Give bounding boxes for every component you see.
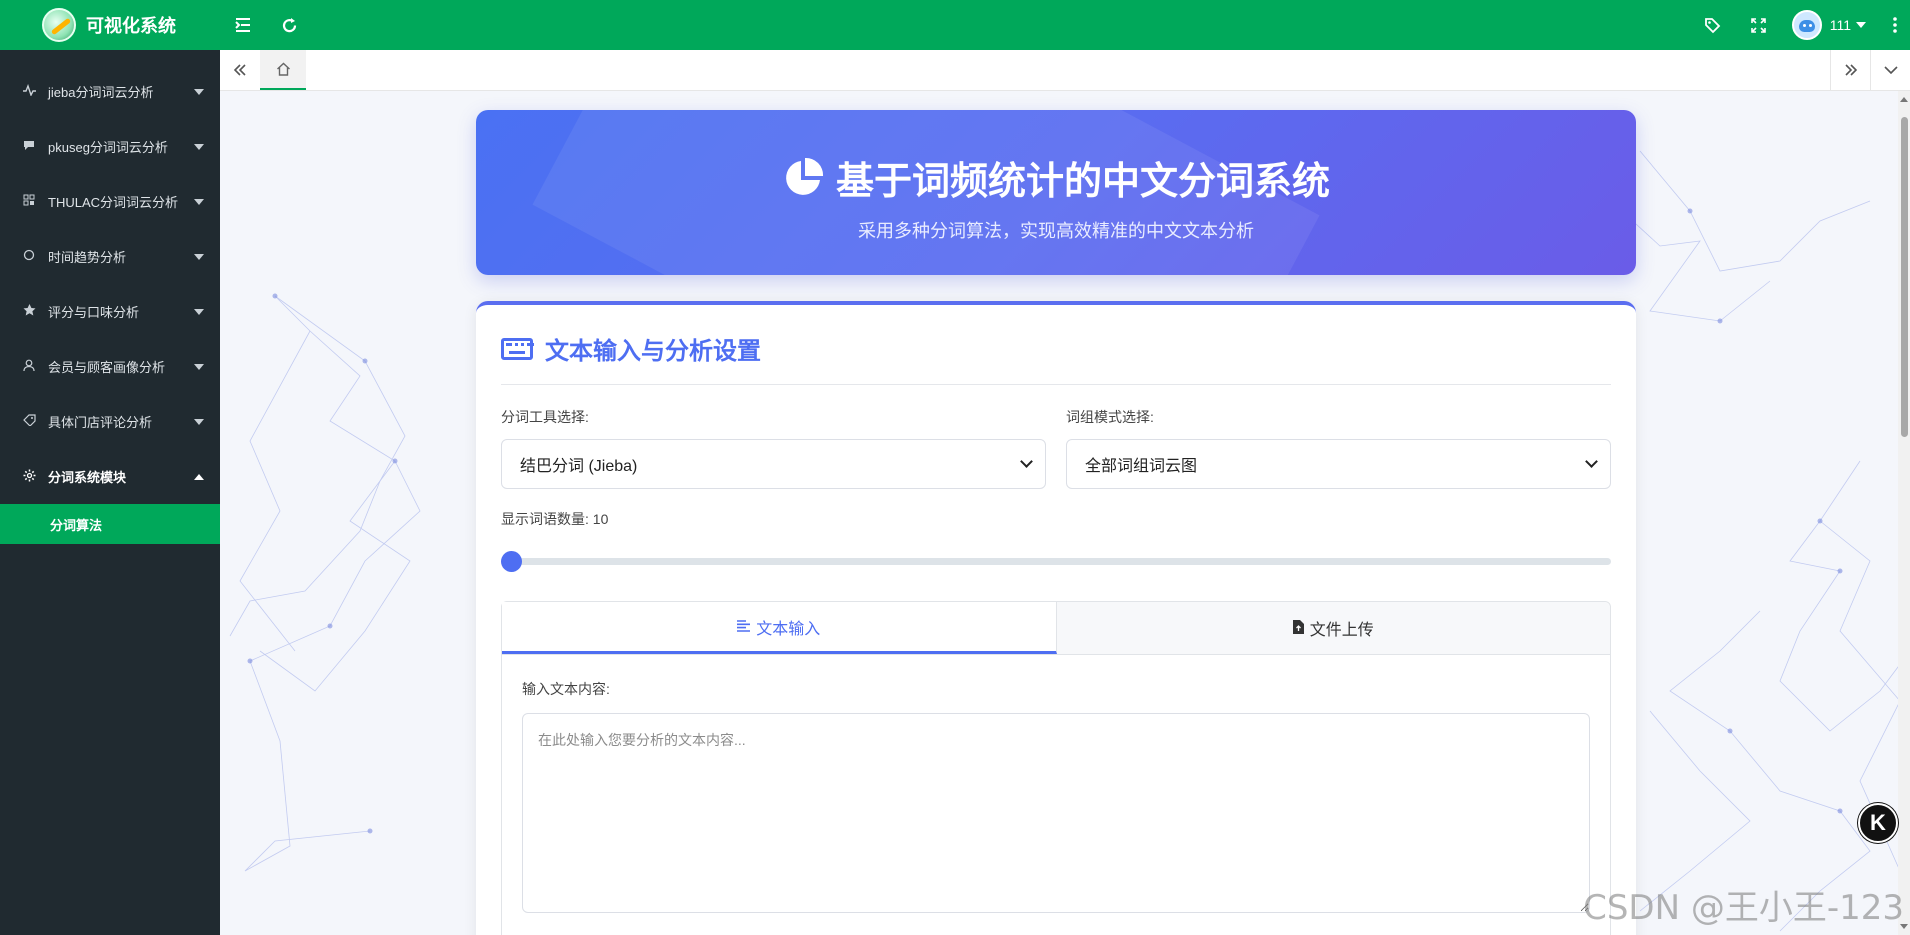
align-left-icon	[737, 619, 751, 635]
sidebar-item-label: THULAC分词词云分析	[48, 195, 179, 210]
tab-menu-chevron-icon[interactable]	[1870, 50, 1910, 90]
brand: 可视化系统	[0, 0, 220, 50]
tag-icon	[20, 414, 38, 429]
sidebar-item-label: 分词系统模块	[48, 470, 127, 485]
hero-title-row: 基于词频统计的中文分词系统	[476, 150, 1636, 205]
fullscreen-icon[interactable]	[1736, 0, 1782, 50]
comment-icon	[20, 140, 38, 154]
tab-file-upload[interactable]: 文件上传	[1057, 602, 1611, 654]
chevron-down-icon	[1856, 22, 1866, 28]
top-bar: 可视化系统 111	[0, 0, 1910, 50]
chevron-down-icon	[194, 143, 204, 150]
tab-text-input[interactable]: 文本输入	[502, 602, 1057, 654]
k-floating-button[interactable]: K	[1858, 803, 1898, 843]
slider-thumb[interactable]	[501, 551, 522, 572]
chevron-up-icon	[194, 473, 204, 480]
user-menu[interactable]: 111	[1782, 0, 1880, 50]
watermark: CSDN @王小王-123	[1583, 888, 1904, 928]
sidebar-item-label: 会员与顾客画像分析	[48, 360, 166, 375]
avatar	[1791, 10, 1822, 40]
user-icon	[20, 359, 38, 374]
file-upload-icon	[1292, 619, 1304, 637]
app-title: 可视化系统	[86, 16, 176, 36]
hero-banner: 基于词频统计的中文分词系统 采用多种分词算法，实现高效精准的中文文本分析	[476, 110, 1636, 275]
input-tabs-box: 文本输入 文件上传 输入文本内容:	[501, 601, 1611, 935]
sidebar: jieba分词词云分析 pkuseg分词词云分析 THULAC分词词云分析 时间…	[0, 50, 220, 935]
word-count-slider[interactable]	[501, 551, 1611, 572]
grid-icon	[20, 194, 38, 209]
textarea-label: 输入文本内容:	[522, 681, 610, 697]
chevron-down-icon	[194, 363, 204, 370]
page-scrollbar[interactable]	[1898, 91, 1910, 935]
menu-toggle-icon[interactable]	[220, 0, 266, 50]
text-input-area[interactable]	[522, 713, 1590, 913]
chevron-down-icon	[1585, 455, 1598, 468]
chevron-down-icon	[194, 88, 204, 95]
star-icon	[20, 304, 38, 319]
main-content: 基于词频统计的中文分词系统 采用多种分词算法，实现高效精准的中文文本分析 文本输…	[220, 91, 1910, 935]
refresh-icon[interactable]	[266, 0, 312, 50]
card-header: 文本输入与分析设置	[501, 331, 1611, 385]
settings-card: 文本输入与分析设置 分词工具选择: 结巴分词 (Jieba) 词组模式选择: 全…	[476, 301, 1636, 935]
pie-chart-icon	[786, 157, 824, 195]
sidebar-item-label: 时间趋势分析	[48, 250, 127, 265]
mode-field: 词组模式选择: 全部词组词云图	[1066, 407, 1611, 489]
tab-label: 文件上传	[1309, 622, 1374, 639]
sidebar-item-jieba[interactable]: jieba分词词云分析	[0, 64, 220, 119]
tool-field: 分词工具选择: 结巴分词 (Jieba)	[501, 407, 1046, 489]
chevron-down-icon	[194, 253, 204, 260]
chevron-down-icon	[194, 418, 204, 425]
sidebar-item-label: 评分与口味分析	[48, 305, 140, 320]
circle-icon	[20, 249, 38, 264]
tab-strip	[220, 50, 1910, 91]
pulse-icon	[20, 83, 38, 99]
scroll-right-icon[interactable]	[1830, 50, 1870, 90]
card-title: 文本输入与分析设置	[545, 338, 761, 365]
gear-icon	[20, 469, 38, 485]
mode-select[interactable]: 全部词组词云图	[1066, 439, 1611, 489]
scroll-left-icon[interactable]	[220, 50, 260, 90]
tool-select[interactable]: 结巴分词 (Jieba)	[501, 439, 1046, 489]
tool-select-value: 结巴分词 (Jieba)	[520, 458, 638, 475]
tab-label: 文本输入	[756, 620, 821, 638]
input-tabs: 文本输入 文件上传	[502, 602, 1610, 655]
sidebar-item-label: 具体门店评论分析	[48, 415, 153, 430]
scroll-thumb[interactable]	[1901, 117, 1908, 437]
sidebar-item-label: pkuseg分词词云分析	[48, 140, 168, 155]
sidebar-subitem-algorithm[interactable]: 分词算法	[0, 504, 220, 544]
more-vertical-icon[interactable]	[1880, 0, 1910, 50]
hero-subtitle: 采用多种分词算法，实现高效精准的中文文本分析	[858, 221, 1254, 241]
tag-icon[interactable]	[1690, 0, 1736, 50]
sidebar-item-segmentation[interactable]: 分词系统模块	[0, 449, 220, 504]
keyboard-icon	[501, 337, 534, 360]
scroll-up-icon[interactable]	[1900, 97, 1908, 102]
sidebar-item-pkuseg[interactable]: pkuseg分词词云分析	[0, 119, 220, 174]
sidebar-item-store-review[interactable]: 具体门店评论分析	[0, 394, 220, 449]
sidebar-item-label: jieba分词词云分析	[48, 85, 154, 100]
slider-track[interactable]	[501, 558, 1611, 565]
tab-body: 输入文本内容:	[502, 655, 1610, 935]
tool-label: 分词工具选择:	[501, 409, 589, 425]
chevron-down-icon	[194, 198, 204, 205]
tab-home[interactable]	[260, 50, 306, 90]
mode-label: 词组模式选择:	[1066, 409, 1154, 425]
sidebar-item-member[interactable]: 会员与顾客画像分析	[0, 339, 220, 394]
sidebar-item-time-trend[interactable]: 时间趋势分析	[0, 229, 220, 284]
hero-title: 基于词频统计的中文分词系统	[835, 161, 1330, 203]
sidebar-item-thulac[interactable]: THULAC分词词云分析	[0, 174, 220, 229]
user-name: 111	[1829, 17, 1851, 33]
logo-icon	[42, 8, 76, 42]
sidebar-item-rating[interactable]: 评分与口味分析	[0, 284, 220, 339]
mode-select-value: 全部词组词云图	[1085, 458, 1198, 475]
chevron-down-icon	[194, 308, 204, 315]
word-count-label: 显示词语数量: 10	[501, 511, 609, 527]
chevron-down-icon	[1020, 455, 1033, 468]
